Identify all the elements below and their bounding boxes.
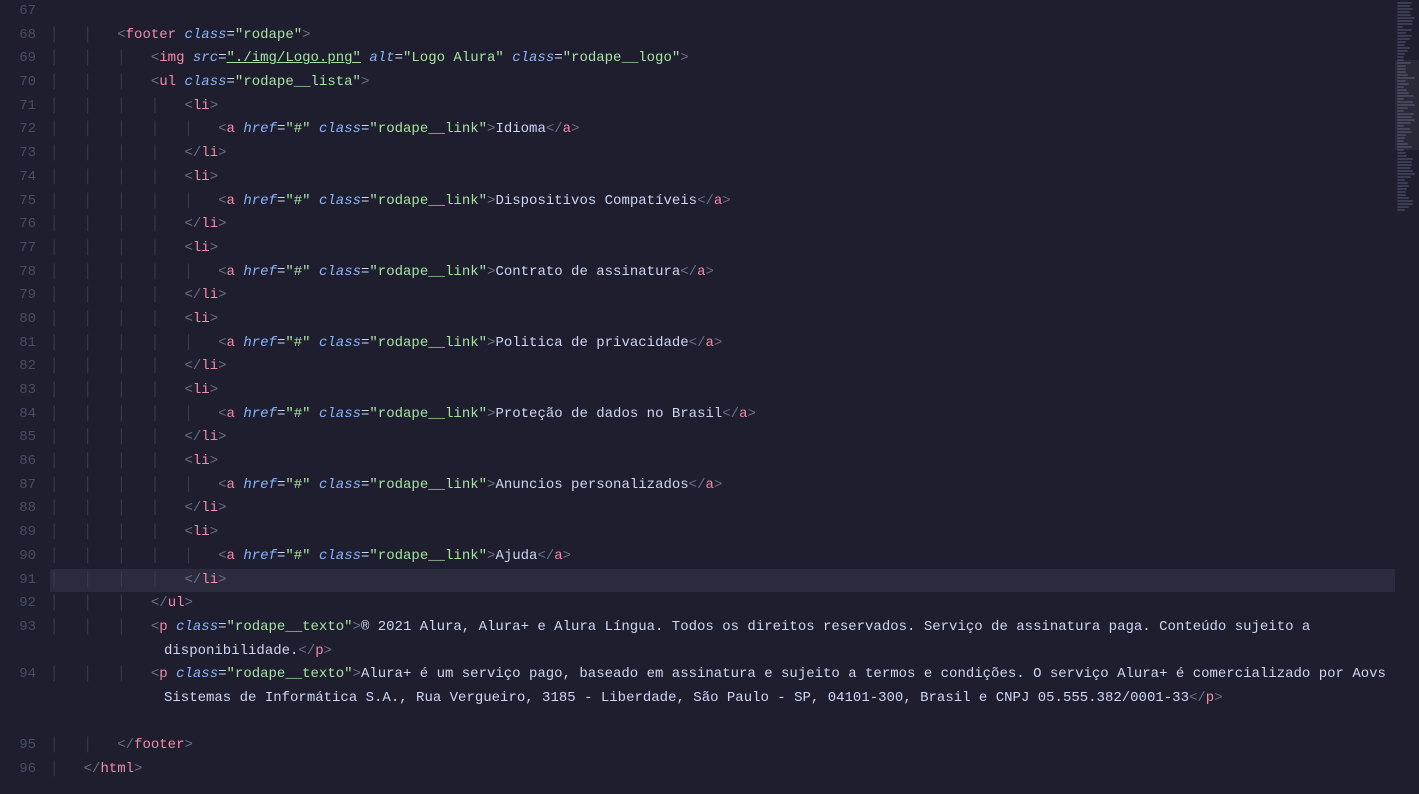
code-line[interactable]: │ │ │ │ │ <a href="#" class="rodape__lin…: [50, 545, 1395, 569]
line-number[interactable]: 68: [0, 24, 36, 48]
code-line[interactable]: │ │ │ │ │ <a href="#" class="rodape__lin…: [50, 261, 1395, 285]
code-line[interactable]: │ │ │ │ │ <a href="#" class="rodape__lin…: [50, 190, 1395, 214]
line-number[interactable]: 67: [0, 0, 36, 24]
code-line[interactable]: │ │ │ │ </li>: [50, 213, 1395, 237]
line-number-wrap: [0, 687, 36, 711]
code-line[interactable]: │ │ │ <ul class="rodape__lista">: [50, 71, 1395, 95]
line-number[interactable]: 75: [0, 190, 36, 214]
line-number[interactable]: 69: [0, 47, 36, 71]
line-number[interactable]: 91: [0, 569, 36, 593]
code-editor-content[interactable]: │ │ <footer class="rodape">│ │ │ <img sr…: [50, 0, 1395, 794]
code-line[interactable]: │ │ </footer>: [50, 734, 1395, 758]
code-line[interactable]: │ │ │ </ul>: [50, 592, 1395, 616]
line-number[interactable]: 87: [0, 474, 36, 498]
line-number-gutter[interactable]: 6768697071727374757677787980818283848586…: [0, 0, 50, 794]
code-line[interactable]: │ │ │ │ │ <a href="#" class="rodape__lin…: [50, 403, 1395, 427]
line-number[interactable]: 96: [0, 758, 36, 782]
code-line[interactable]: │ │ │ │ │ <a href="#" class="rodape__lin…: [50, 332, 1395, 356]
code-line[interactable]: │ </html>: [50, 758, 1395, 782]
line-number[interactable]: 84: [0, 403, 36, 427]
code-line[interactable]: │ │ │ <p class="rodape__texto">® 2021 Al…: [50, 616, 1395, 663]
line-number[interactable]: 83: [0, 379, 36, 403]
line-number[interactable]: 78: [0, 261, 36, 285]
line-number[interactable]: 70: [0, 71, 36, 95]
line-number[interactable]: 85: [0, 426, 36, 450]
line-number[interactable]: 93: [0, 616, 36, 640]
code-line[interactable]: │ │ │ │ </li>: [50, 569, 1395, 593]
line-number-wrap: [0, 640, 36, 664]
line-number[interactable]: 95: [0, 734, 36, 758]
code-line[interactable]: │ │ │ │ <li>: [50, 95, 1395, 119]
code-line[interactable]: │ │ <footer class="rodape">: [50, 24, 1395, 48]
minimap[interactable]: [1395, 0, 1419, 794]
line-number[interactable]: 88: [0, 497, 36, 521]
line-number[interactable]: 81: [0, 332, 36, 356]
code-line[interactable]: │ │ │ │ │ <a href="#" class="rodape__lin…: [50, 118, 1395, 142]
minimap-viewport[interactable]: [1395, 60, 1419, 150]
code-line[interactable]: │ │ │ │ </li>: [50, 142, 1395, 166]
line-number[interactable]: 92: [0, 592, 36, 616]
code-line[interactable]: │ │ │ │ </li>: [50, 284, 1395, 308]
line-number[interactable]: 74: [0, 166, 36, 190]
line-number[interactable]: 72: [0, 118, 36, 142]
line-number[interactable]: 89: [0, 521, 36, 545]
line-number[interactable]: 94: [0, 663, 36, 687]
line-number[interactable]: 71: [0, 95, 36, 119]
code-line[interactable]: │ │ │ │ </li>: [50, 355, 1395, 379]
code-line[interactable]: [50, 0, 1395, 24]
line-number[interactable]: 73: [0, 142, 36, 166]
line-number-wrap: [0, 711, 36, 735]
code-line[interactable]: │ │ │ │ <li>: [50, 379, 1395, 403]
code-line[interactable]: │ │ │ │ <li>: [50, 166, 1395, 190]
code-line[interactable]: │ │ │ │ </li>: [50, 497, 1395, 521]
line-number[interactable]: 77: [0, 237, 36, 261]
code-line[interactable]: │ │ │ │ <li>: [50, 308, 1395, 332]
code-line[interactable]: │ │ │ │ │ <a href="#" class="rodape__lin…: [50, 474, 1395, 498]
code-line[interactable]: │ │ │ │ <li>: [50, 450, 1395, 474]
code-line[interactable]: │ │ │ │ </li>: [50, 426, 1395, 450]
code-line[interactable]: │ │ │ │ <li>: [50, 237, 1395, 261]
line-number[interactable]: 86: [0, 450, 36, 474]
line-number[interactable]: 90: [0, 545, 36, 569]
line-number[interactable]: 79: [0, 284, 36, 308]
line-number[interactable]: 80: [0, 308, 36, 332]
code-line[interactable]: │ │ │ <p class="rodape__texto">Alura+ é …: [50, 663, 1395, 734]
line-number[interactable]: 82: [0, 355, 36, 379]
code-line[interactable]: │ │ │ <img src="./img/Logo.png" alt="Log…: [50, 47, 1395, 71]
line-number[interactable]: 76: [0, 213, 36, 237]
code-line[interactable]: │ │ │ │ <li>: [50, 521, 1395, 545]
